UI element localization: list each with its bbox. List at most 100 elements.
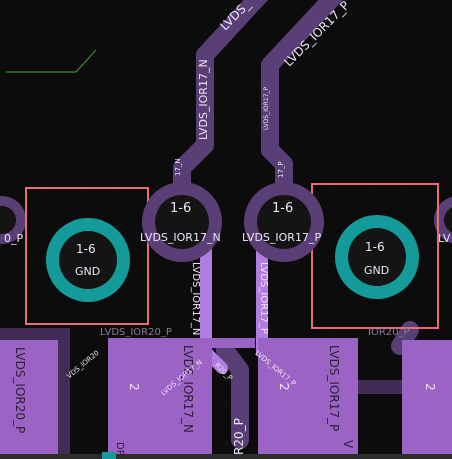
via-left-layers: 1-6: [170, 201, 192, 216]
grid-dot: [117, 225, 119, 227]
grid-dot: [45, 153, 47, 155]
grid-dot: [225, 9, 227, 11]
grid-dot: [333, 81, 335, 83]
smd-pad-1[interactable]: [0, 340, 58, 459]
gnd-hole-right: [348, 228, 406, 286]
ior20-label-mid: LVDS_IOR20_P: [100, 327, 172, 338]
left-edge-label: 0_P: [4, 232, 24, 245]
grid-dot: [9, 153, 11, 155]
grid-dot: [81, 405, 83, 407]
grid-dot: [297, 9, 299, 11]
pad2-number: 2: [127, 383, 141, 391]
grid-dot: [225, 297, 227, 299]
grid-dot: [9, 189, 11, 191]
grid-dot: [405, 189, 407, 191]
grid-dot: [9, 117, 11, 119]
grid-dot: [369, 81, 371, 83]
gnd-left-net: GND: [75, 265, 101, 278]
grid-dot: [405, 9, 407, 11]
grid-dot: [441, 261, 443, 263]
lower-track-label-p: LVDS_IOR17_P: [258, 262, 269, 334]
grid-dot: [153, 81, 155, 83]
grid-dot: [225, 441, 227, 443]
grid-dot: [45, 297, 47, 299]
grid-dot: [441, 45, 443, 47]
trace-label-small-n: 17_N: [174, 158, 182, 176]
grid-dot: [405, 117, 407, 119]
grid-dot: [225, 153, 227, 155]
grid-dot: [441, 189, 443, 191]
grid-dot: [225, 81, 227, 83]
grid-dot: [297, 333, 299, 335]
ior20-label-right: IOR20_P: [368, 327, 410, 338]
grid-dot: [117, 153, 119, 155]
via-left-net: LVDS_IOR17_N: [140, 231, 221, 244]
grid-dot: [225, 225, 227, 227]
grid-dot: [117, 117, 119, 119]
grid-dot: [369, 153, 371, 155]
grid-dot: [81, 153, 83, 155]
grid-dot: [117, 45, 119, 47]
grid-dot: [297, 261, 299, 263]
grid-dot: [405, 45, 407, 47]
grid-dot: [369, 369, 371, 371]
grid-dot: [81, 45, 83, 47]
grid-dot: [297, 117, 299, 119]
grid-dot: [117, 81, 119, 83]
grid-dot: [225, 189, 227, 191]
bottom-dark-strip: [0, 454, 452, 459]
right-edge-label: LV: [438, 232, 451, 245]
grid-dot: [369, 9, 371, 11]
smd-pad-2[interactable]: [108, 338, 212, 459]
grid-dot: [117, 189, 119, 191]
grid-dot: [441, 117, 443, 119]
grid-dot: [297, 297, 299, 299]
grid-dot: [405, 297, 407, 299]
grid-dot: [441, 9, 443, 11]
grid-dot: [225, 405, 227, 407]
grid-dot: [45, 9, 47, 11]
pcb-canvas[interactable]: [0, 0, 452, 459]
grid-dot: [153, 117, 155, 119]
grid-dot: [333, 333, 335, 335]
grid-dot: [153, 189, 155, 191]
grid-dot: [153, 261, 155, 263]
grid-dot: [441, 297, 443, 299]
grid-dot: [405, 153, 407, 155]
grid-dot: [81, 9, 83, 11]
grid-dot: [153, 153, 155, 155]
smd-pad-strip: [195, 338, 255, 348]
trace-label-vertical-n: LVDS_IOR17_N: [197, 59, 210, 140]
grid-dot: [333, 189, 335, 191]
grid-dot: [189, 81, 191, 83]
grid-dot: [441, 153, 443, 155]
grid-dot: [117, 297, 119, 299]
grid-dot: [441, 333, 443, 335]
via-right-net: LVDS_IOR17_P: [242, 231, 322, 244]
grid-dot: [153, 45, 155, 47]
grid-dot: [9, 45, 11, 47]
gnd-right-net: GND: [364, 264, 390, 277]
trace-label-small-p: 17_P: [277, 161, 285, 178]
grid-dot: [333, 45, 335, 47]
grid-dot: [9, 81, 11, 83]
grid-dot: [333, 297, 335, 299]
grid-dot: [189, 45, 191, 47]
grid-dot: [369, 189, 371, 191]
grid-dot: [261, 45, 263, 47]
smd-pad-4[interactable]: [402, 340, 452, 459]
grid-dot: [369, 405, 371, 407]
grid-dot: [45, 45, 47, 47]
grid-dot: [45, 117, 47, 119]
gnd-left-layers: 1-6: [76, 242, 96, 256]
grid-dot: [153, 297, 155, 299]
grid-dot: [297, 81, 299, 83]
r20p-vertical-label: R20_P: [232, 418, 246, 455]
grid-dot: [117, 9, 119, 11]
grid-dot: [225, 261, 227, 263]
grid-dot: [9, 9, 11, 11]
via-right-layers: 1-6: [272, 201, 294, 216]
grid-dot: [189, 117, 191, 119]
dark-connector-right: [356, 380, 404, 394]
grid-dot: [369, 117, 371, 119]
